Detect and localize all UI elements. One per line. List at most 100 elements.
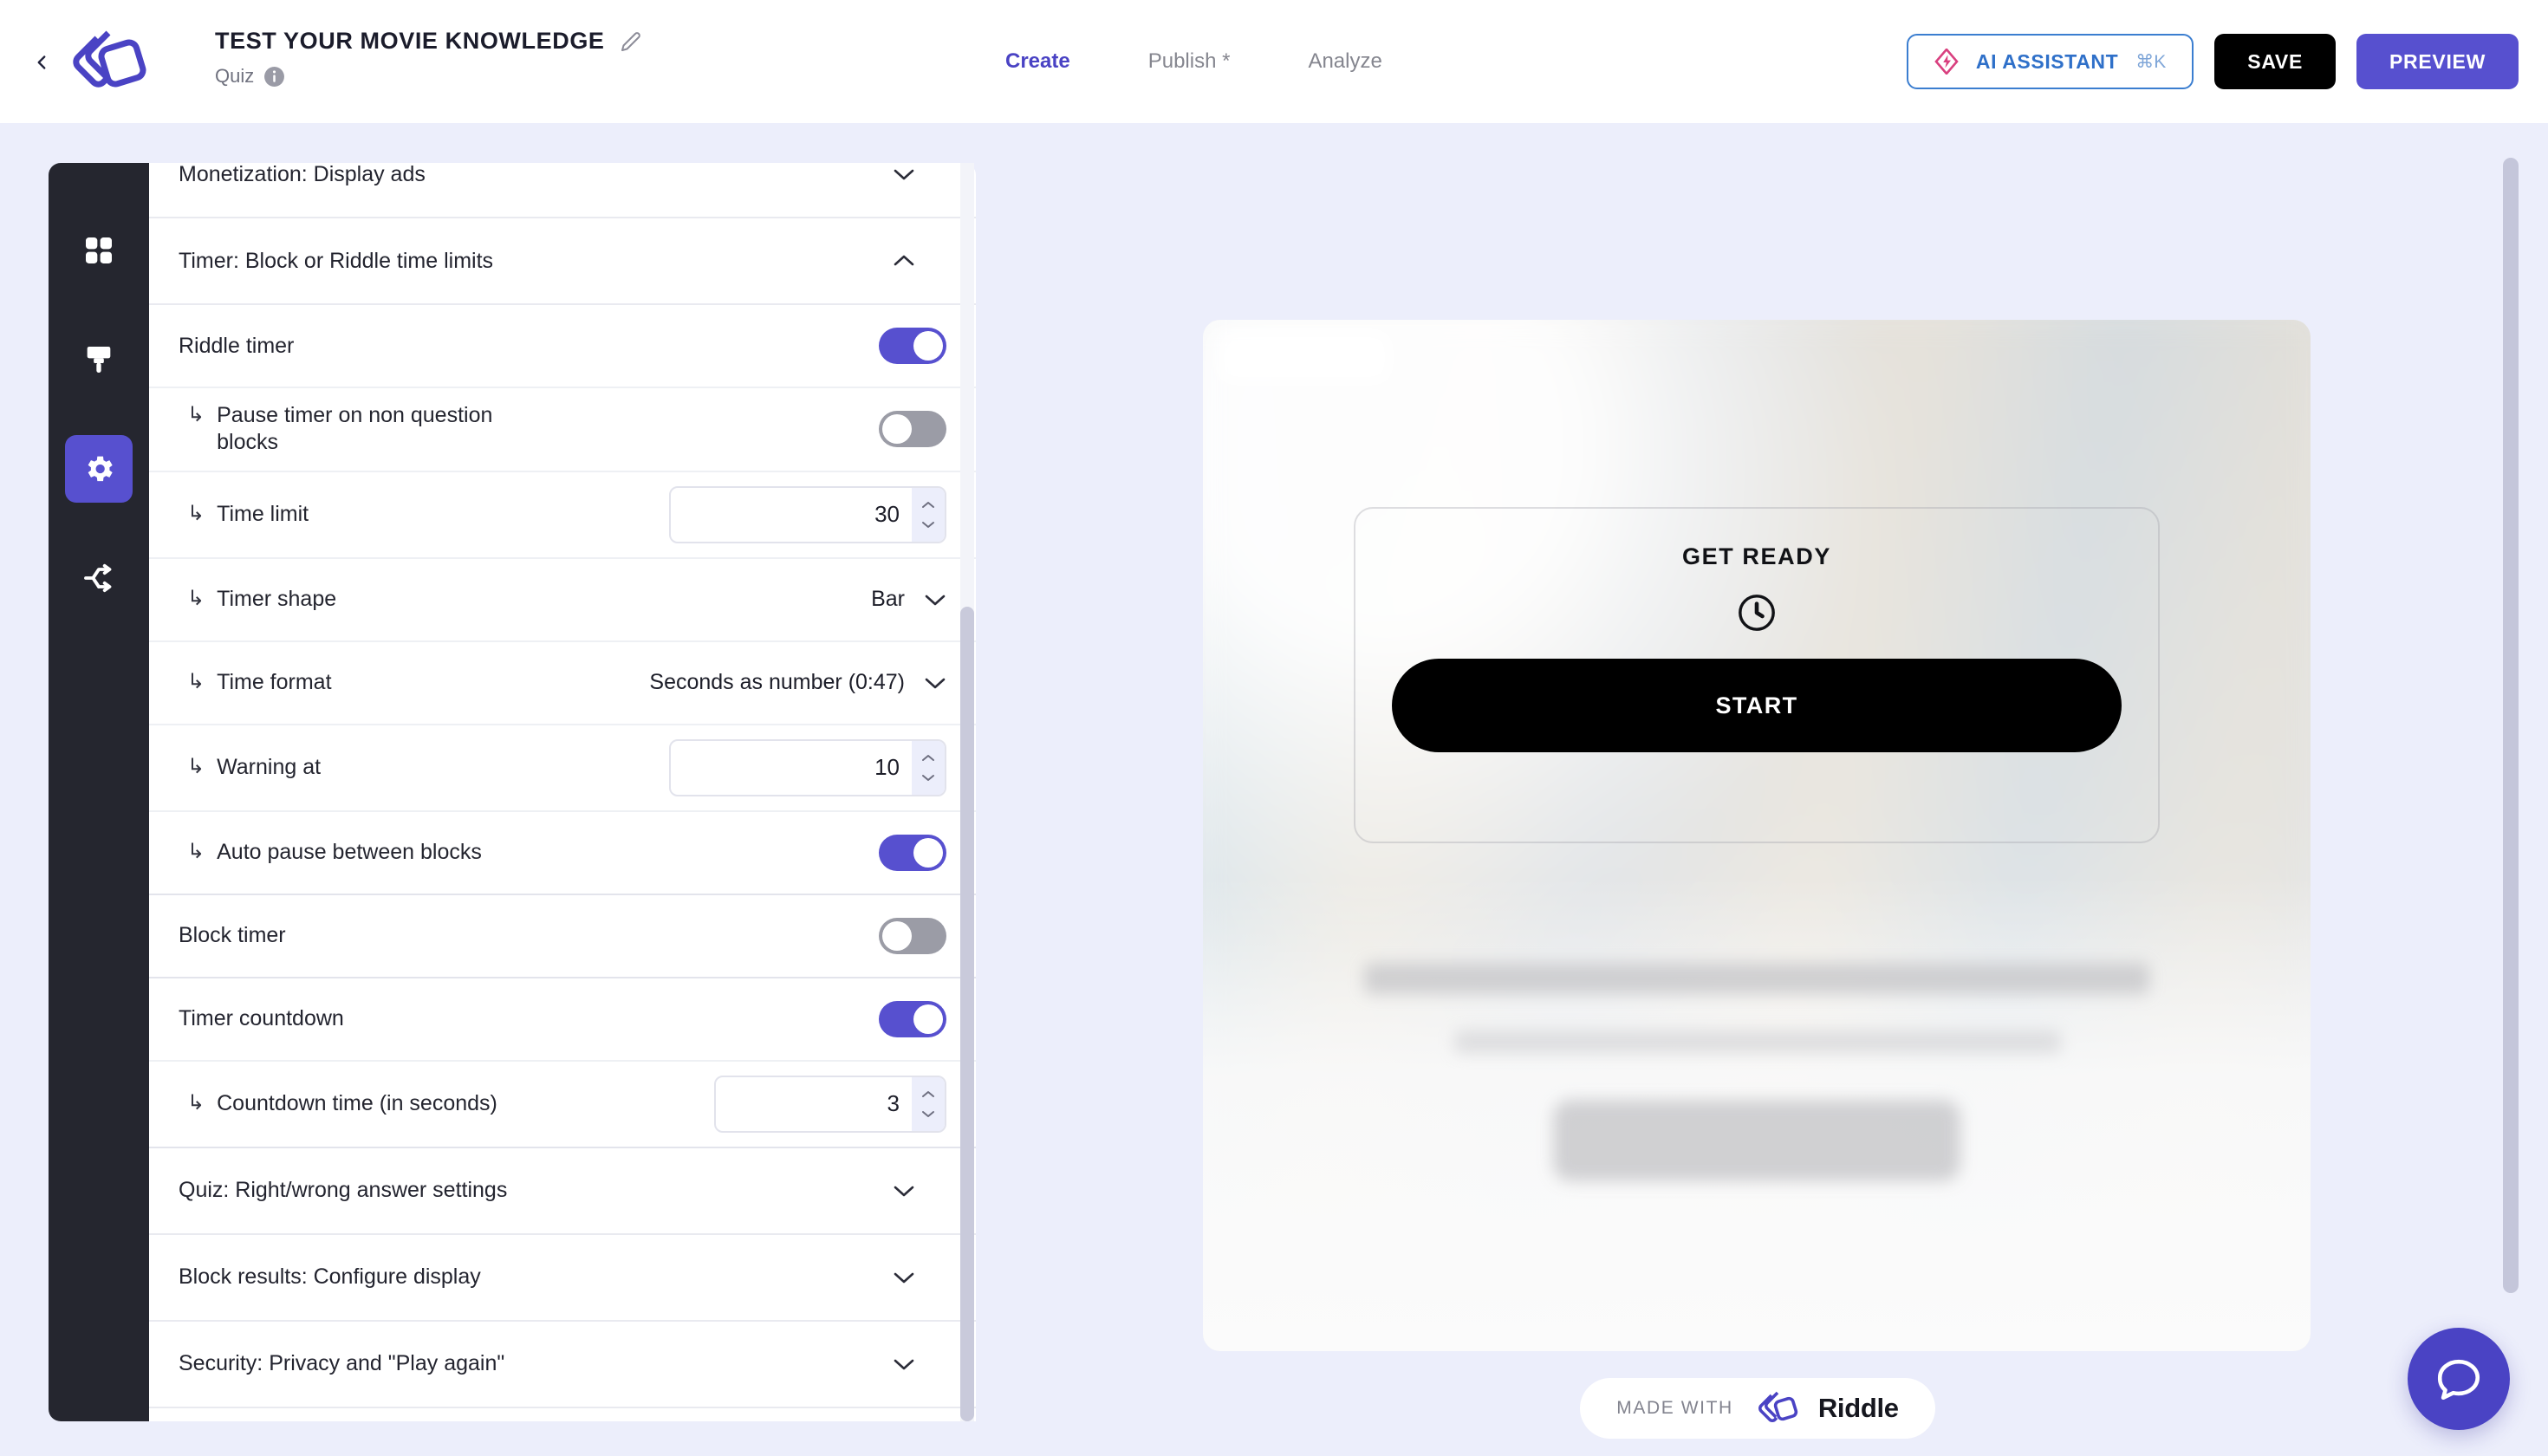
sub-arrow-icon: ↳	[187, 1090, 205, 1115]
time-format-value: Seconds as number (0:47)	[649, 670, 905, 694]
tab-analyze[interactable]: Analyze	[1308, 49, 1381, 74]
timer-shape-select[interactable]: Bar	[871, 587, 946, 612]
rail-item-blocks[interactable]	[65, 217, 133, 284]
time-format-select[interactable]: Seconds as number (0:47)	[649, 670, 946, 695]
chevron-down-icon	[894, 1359, 914, 1369]
chevron-left-icon	[37, 55, 46, 69]
info-icon[interactable]	[263, 66, 285, 88]
countdown-time-input[interactable]: 3	[714, 1075, 946, 1133]
made-with-label: MADE WITH	[1616, 1398, 1733, 1418]
warning-at-input[interactable]: 10	[669, 738, 946, 796]
countdown-time-value: 3	[887, 1090, 900, 1116]
setting-row-block-timer: Block timer	[149, 895, 976, 978]
warning-at-stepper[interactable]	[912, 740, 945, 795]
made-with-pill[interactable]: MADE WITH Riddle	[1580, 1378, 1935, 1439]
setting-row-auto-pause: ↳ Auto pause between blocks	[149, 812, 976, 895]
block-timer-toggle[interactable]	[879, 917, 946, 954]
auto-pause-toggle[interactable]	[879, 834, 946, 871]
rail-item-settings[interactable]	[65, 435, 133, 503]
setting-label: ↳ Pause timer on non question blocks	[179, 402, 503, 457]
countdown-time-stepper[interactable]	[912, 1076, 945, 1131]
get-ready-card: GET READY START	[1354, 507, 2160, 843]
setting-row-countdown-time: ↳ Countdown time (in seconds) 3	[149, 1062, 976, 1148]
sub-arrow-icon: ↳	[187, 754, 205, 778]
page-scrollbar-thumb[interactable]	[2503, 158, 2519, 1293]
setting-label-text: Warning at	[217, 754, 322, 779]
rail-item-share[interactable]	[65, 544, 133, 612]
toggle-knob	[913, 837, 943, 868]
setting-label: ↳ Countdown time (in seconds)	[179, 1090, 497, 1117]
section-monetization[interactable]: Monetization: Display ads	[149, 163, 976, 218]
setting-label: ↳ Time format	[179, 669, 332, 696]
setting-label-text: Auto pause between blocks	[217, 839, 482, 864]
riddle-timer-toggle[interactable]	[879, 328, 946, 364]
time-limit-input[interactable]: 30	[669, 485, 946, 543]
setting-label: Block timer	[179, 923, 286, 947]
chevron-down-icon	[925, 595, 946, 605]
riddle-logo-icon[interactable]	[61, 28, 147, 95]
settings-scrollbar-thumb[interactable]	[960, 607, 974, 1421]
ai-assistant-button[interactable]: AI ASSISTANT ⌘K	[1906, 34, 2194, 89]
setting-row-riddle-timer: Riddle timer	[149, 305, 976, 388]
setting-label: Timer countdown	[179, 1006, 344, 1030]
chevron-down-icon	[925, 678, 946, 688]
sub-arrow-icon: ↳	[187, 403, 205, 426]
back-button[interactable]	[24, 45, 59, 80]
riddle-preview-device: GET READY START	[1203, 320, 2311, 1351]
chat-bubble-icon	[2437, 1359, 2480, 1401]
section-label: Timer: Block or Riddle time limits	[179, 248, 494, 273]
top-bar: TEST YOUR MOVIE KNOWLEDGE Quiz Create Pu…	[0, 0, 2548, 123]
time-limit-value: 30	[874, 501, 900, 527]
editor-rail	[49, 163, 149, 1421]
preview-blurred-logo	[1219, 332, 1390, 382]
tab-publish[interactable]: Publish *	[1148, 49, 1231, 74]
chevron-down-icon	[922, 1110, 934, 1117]
setting-row-warning-at: ↳ Warning at 10	[149, 725, 976, 812]
section-label: Block results: Configure display	[179, 1264, 481, 1289]
start-button[interactable]: START	[1392, 659, 2122, 752]
preview-button[interactable]: PREVIEW	[2356, 34, 2519, 89]
chevron-up-icon	[922, 501, 934, 508]
setting-row-time-limit: ↳ Time limit 30	[149, 472, 976, 559]
riddle-type-label: Quiz	[215, 65, 255, 87]
title-block: TEST YOUR MOVIE KNOWLEDGE Quiz	[215, 28, 641, 88]
time-limit-stepper[interactable]	[912, 487, 945, 542]
made-with-badge: MADE WITH Riddle	[1441, 1378, 2074, 1439]
riddle-logo-icon	[1752, 1391, 1799, 1426]
get-ready-title: GET READY	[1682, 543, 1831, 569]
spark-diamond-icon	[1934, 48, 1959, 75]
chevron-down-icon	[922, 521, 934, 528]
section-quiz-answers[interactable]: Quiz: Right/wrong answer settings	[149, 1148, 976, 1235]
made-with-brand: Riddle	[1817, 1393, 1899, 1423]
section-timer[interactable]: Timer: Block or Riddle time limits	[149, 218, 976, 305]
preview-blurred-headline	[1364, 963, 2149, 994]
preview-pane: GET READY START MADE WITH Riddle	[976, 123, 2548, 1456]
chevron-up-icon	[894, 255, 914, 266]
settings-scroll-content: Monetization: Display ads Timer: Block o…	[149, 163, 976, 1408]
section-block-results[interactable]: Block results: Configure display	[149, 1235, 976, 1322]
toggle-knob	[882, 920, 912, 951]
clock-icon	[1739, 595, 1775, 631]
page-title: TEST YOUR MOVIE KNOWLEDGE	[215, 28, 605, 54]
sub-arrow-icon: ↳	[187, 839, 205, 863]
setting-row-timer-shape: ↳ Timer shape Bar	[149, 559, 976, 642]
setting-label-text: Time format	[217, 669, 332, 694]
sub-arrow-icon: ↳	[187, 501, 205, 525]
tab-create[interactable]: Create	[1005, 49, 1070, 74]
pause-timer-toggle[interactable]	[879, 411, 946, 448]
rail-item-design[interactable]	[65, 326, 133, 393]
share-nodes-icon	[84, 563, 112, 593]
section-security[interactable]: Security: Privacy and "Play again"	[149, 1322, 976, 1408]
pencil-icon[interactable]	[621, 31, 641, 52]
setting-label-text: Countdown time (in seconds)	[217, 1090, 497, 1115]
save-button[interactable]: SAVE	[2214, 34, 2337, 89]
chevron-down-icon	[894, 1186, 914, 1196]
timer-countdown-toggle[interactable]	[879, 1000, 946, 1037]
settings-panel: Monetization: Display ads Timer: Block o…	[149, 163, 976, 1421]
setting-row-timer-countdown: Timer countdown	[149, 978, 976, 1062]
chevron-up-icon	[922, 754, 934, 761]
chat-support-button[interactable]	[2408, 1328, 2510, 1430]
chevron-down-icon	[894, 169, 914, 180]
setting-label-text: Timer shape	[217, 586, 337, 611]
ai-assistant-shortcut: ⌘K	[2135, 51, 2167, 72]
